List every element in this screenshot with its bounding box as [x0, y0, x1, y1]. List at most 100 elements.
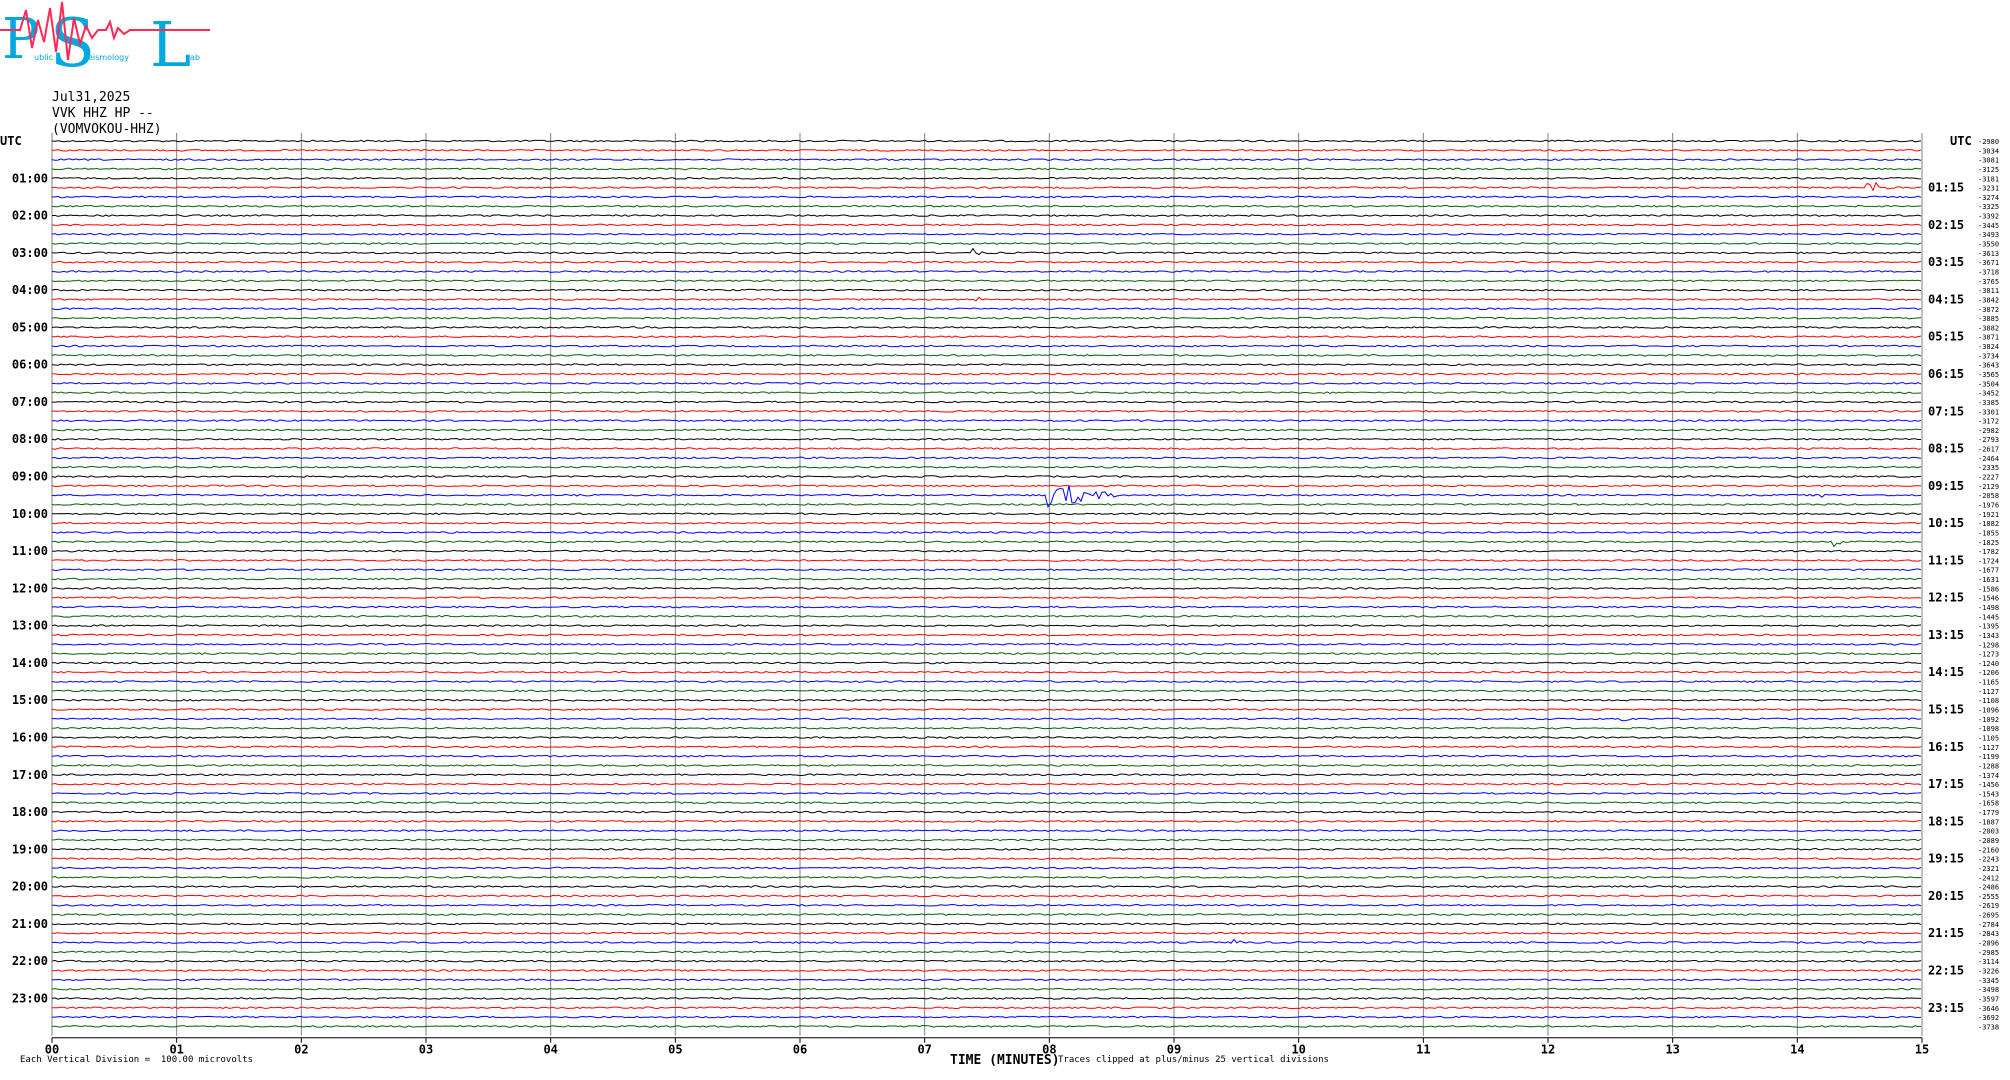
- trace-row-10: [51, 232, 1922, 236]
- right-offset-label: -2089: [1978, 837, 1999, 845]
- trace-row-32: [51, 437, 1921, 441]
- right-time-label: 18:15: [1928, 814, 1964, 828]
- trace-row-68: [51, 773, 1922, 777]
- right-offset-label: -2160: [1978, 846, 1999, 854]
- left-time-label: 07:00: [12, 395, 48, 409]
- trace-row-60: [51, 698, 1922, 702]
- trace-row-73: [51, 820, 1922, 823]
- right-offset-label: -2982: [1978, 427, 1999, 435]
- right-offset-label: -2843: [1978, 930, 1999, 938]
- trace-row-92: [51, 997, 1922, 1000]
- right-offset-label: -2243: [1978, 856, 1999, 864]
- trace-row-80: [51, 885, 1922, 888]
- right-offset-label: -1825: [1978, 539, 1999, 547]
- trace-row-61: [51, 708, 1922, 711]
- right-offset-label: -1887: [1978, 818, 1999, 826]
- right-offset-label: -1199: [1978, 753, 1999, 761]
- trace-row-40: [51, 512, 1922, 516]
- trace-row-55: [51, 652, 1922, 655]
- right-offset-label: -1127: [1978, 688, 1999, 696]
- trace-row-26: [51, 381, 1922, 385]
- right-offset-label: -1631: [1978, 576, 1999, 584]
- right-offset-label: -1165: [1978, 679, 1999, 687]
- left-time-label: 19:00: [12, 842, 48, 856]
- right-offset-label: -3493: [1978, 231, 1999, 239]
- right-offset-label: -1105: [1978, 734, 1999, 742]
- trace-row-11: [51, 242, 1922, 245]
- right-offset-label: -1240: [1978, 660, 1999, 668]
- trace-row-72: [51, 810, 1922, 814]
- trace-row-63: [51, 726, 1922, 730]
- right-offset-label: -3871: [1978, 334, 1999, 342]
- right-offset-label: -3226: [1978, 967, 1999, 975]
- trace-row-76: [51, 847, 1922, 851]
- right-offset-label: -3597: [1978, 995, 1999, 1003]
- left-time-label: 22:00: [12, 954, 48, 968]
- right-time-label: 20:15: [1928, 889, 1964, 903]
- right-time-label: 08:15: [1928, 442, 1964, 456]
- trace-row-91: [51, 987, 1922, 991]
- left-time-label: 13:00: [12, 619, 48, 633]
- trace-row-56: [51, 661, 1922, 665]
- trace-row-83: [51, 913, 1922, 916]
- right-offset-label: -2784: [1978, 921, 1999, 929]
- right-offset-label: -1343: [1978, 632, 1999, 640]
- trace-row-6: [51, 195, 1922, 199]
- right-offset-label: -2985: [1978, 949, 1999, 957]
- trace-row-89: [51, 969, 1922, 972]
- right-offset-label: -1677: [1978, 567, 1999, 575]
- x-tick-label: 13: [1665, 1043, 1679, 1057]
- right-offset-label: -3738: [1978, 1023, 1999, 1031]
- right-offset-label: -3646: [1978, 1005, 1999, 1013]
- right-offset-label: -3172: [1978, 418, 1999, 426]
- right-offset-label: -3842: [1978, 296, 1999, 304]
- x-tick-label: 11: [1416, 1043, 1430, 1057]
- trace-row-20: [51, 326, 1922, 329]
- right-offset-label: -1092: [1978, 716, 1999, 724]
- right-time-label: 15:15: [1928, 703, 1964, 717]
- trace-row-17: [51, 296, 1922, 302]
- right-offset-label: -2321: [1978, 865, 1999, 873]
- trace-row-28: [51, 400, 1922, 404]
- trace-row-58: [51, 680, 1922, 683]
- right-offset-label: -2412: [1978, 874, 1999, 882]
- right-offset-label: -3125: [1978, 166, 1999, 174]
- right-time-label: 09:15: [1928, 479, 1964, 493]
- trace-row-65: [51, 745, 1922, 749]
- trace-row-53: [51, 633, 1922, 637]
- left-time-label: 02:00: [12, 209, 48, 223]
- trace-row-2: [51, 158, 1922, 161]
- right-offset-label: -3550: [1978, 241, 1999, 249]
- trace-row-59: [51, 689, 1922, 693]
- trace-row-44: [51, 549, 1922, 553]
- right-offset-label: -1374: [1978, 772, 1999, 780]
- right-offset-label: -3301: [1978, 408, 1999, 416]
- x-tick-label: 07: [917, 1043, 931, 1057]
- right-offset-label: -1273: [1978, 651, 1999, 659]
- right-offset-label: -3882: [1978, 324, 1999, 332]
- trace-row-18: [51, 307, 1922, 311]
- trace-row-36: [51, 475, 1922, 478]
- right-offset-label: -3885: [1978, 315, 1999, 323]
- right-offset-label: -3114: [1978, 958, 1999, 966]
- right-time-label: 19:15: [1928, 852, 1964, 866]
- footer-clip-note: Traces clipped at plus/minus 25 vertical…: [1058, 1055, 1329, 1065]
- right-offset-label: -1921: [1978, 511, 1999, 519]
- right-offset-label: -1586: [1978, 585, 1999, 593]
- right-offset-label: -3034: [1978, 147, 1999, 155]
- trace-row-12: [51, 247, 1922, 256]
- footer-scale-note: Each Vertical Division = 100.00 microvol…: [20, 1055, 253, 1065]
- right-time-label: 02:15: [1928, 218, 1964, 232]
- right-offset-label: -3671: [1978, 259, 1999, 267]
- right-offset-label: -1108: [1978, 697, 1999, 705]
- right-time-label: 03:15: [1928, 255, 1964, 269]
- right-utc-header: UTC: [1950, 134, 1972, 148]
- right-offset-label: -3452: [1978, 390, 1999, 398]
- right-offset-label: -1546: [1978, 595, 1999, 603]
- trace-row-7: [51, 204, 1922, 208]
- trace-row-27: [51, 391, 1922, 394]
- trace-row-29: [51, 409, 1922, 413]
- trace-row-35: [51, 465, 1922, 469]
- right-time-label: 17:15: [1928, 777, 1964, 791]
- left-time-label: 05:00: [12, 320, 48, 334]
